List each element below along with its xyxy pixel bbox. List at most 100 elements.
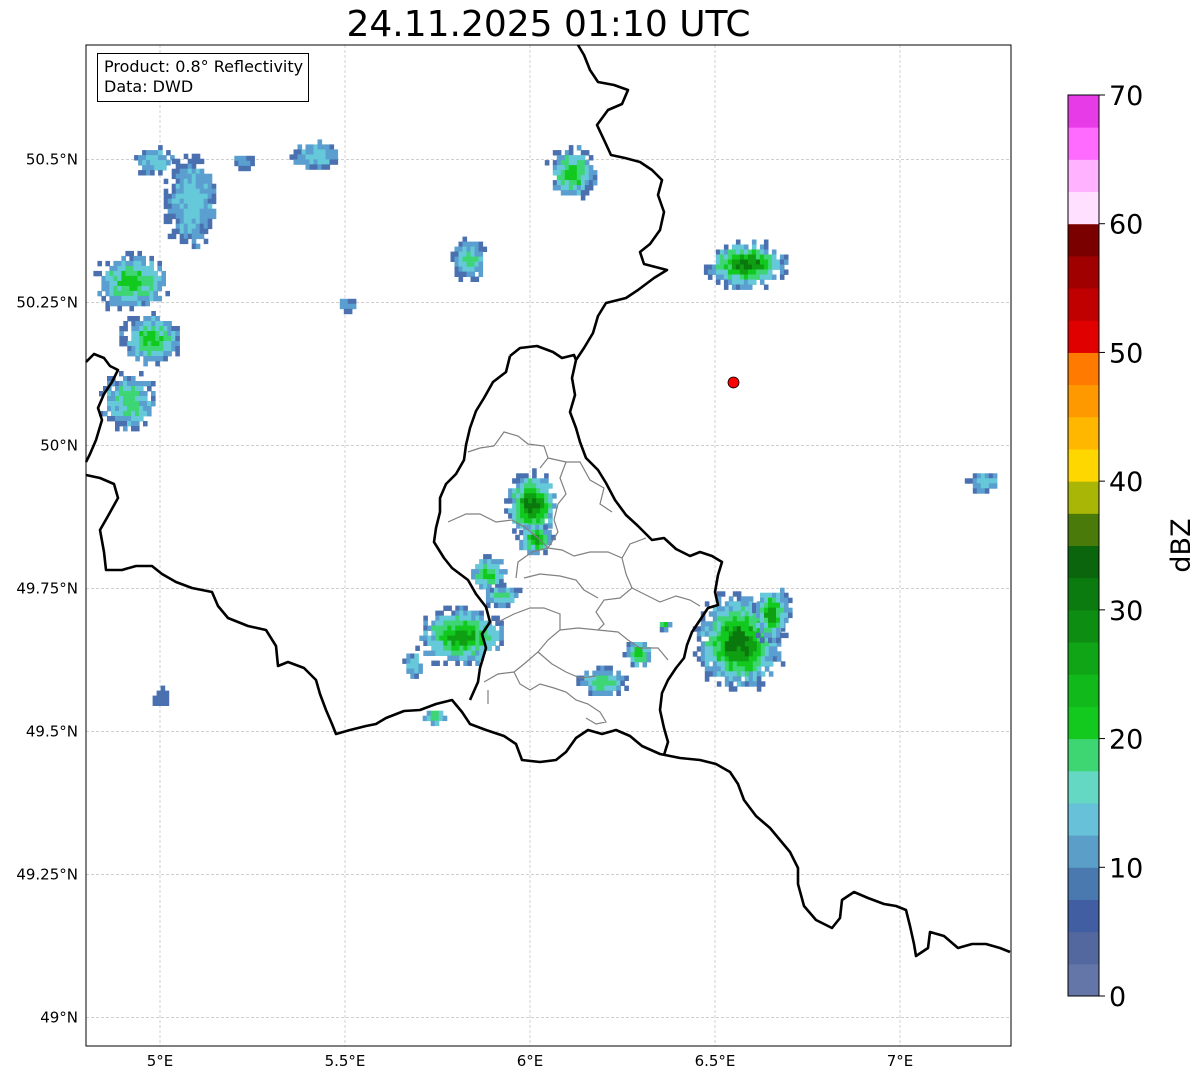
echo-cell (704, 631, 710, 637)
echo-cell (564, 155, 570, 161)
echo-cell (731, 244, 737, 250)
echo-cell (708, 621, 714, 627)
echo-cell (495, 579, 500, 585)
echo-cell (199, 183, 205, 190)
echo-cell (556, 160, 562, 166)
echo-cell (735, 244, 741, 250)
echo-cell (528, 518, 533, 524)
echo-cell (783, 269, 789, 275)
radar-echo (234, 155, 255, 172)
echo-cell (423, 615, 428, 621)
echo-cell (139, 321, 144, 327)
echo-cell (564, 160, 570, 166)
echo-cell (620, 680, 625, 686)
echo-cell (604, 670, 609, 676)
echo-cell (568, 190, 574, 196)
echo-cell (467, 625, 472, 631)
echo-cell (513, 587, 519, 594)
echo-cell (788, 612, 793, 619)
colorbar-label: dBZ (1166, 518, 1197, 572)
echo-cell (175, 346, 180, 352)
radar-echo (703, 239, 789, 290)
echo-cell (707, 264, 713, 270)
echo-cell (572, 160, 578, 166)
echo-cell (125, 280, 130, 287)
echo-cell (297, 144, 303, 150)
echo-cell (153, 285, 158, 292)
echo-cell (423, 620, 428, 626)
echo-cell (751, 254, 757, 260)
echo-cell (143, 381, 148, 387)
echo-cell (111, 396, 116, 402)
echo-cell (211, 208, 217, 215)
echo-cell (111, 416, 116, 422)
echo-cell (740, 666, 746, 672)
echo-cell (123, 391, 128, 397)
echo-cell (485, 587, 491, 594)
echo-cell (532, 493, 537, 499)
echo-cell (171, 188, 177, 195)
echo-cell (406, 658, 411, 664)
echo-cell (105, 260, 110, 267)
echo-cell (491, 564, 496, 570)
echo-cell (748, 666, 754, 672)
echo-cell (175, 341, 180, 347)
echo-cell (612, 685, 617, 691)
radar-echo (289, 139, 339, 170)
echo-cell (135, 356, 140, 362)
echo-cell (141, 265, 146, 272)
echo-cell (512, 478, 517, 484)
echo-cell (167, 326, 172, 332)
echo-cell (471, 640, 476, 646)
echo-cell (759, 254, 765, 260)
colorbar-segment (1068, 770, 1099, 804)
echo-cell (576, 175, 582, 181)
echo-cell (568, 185, 574, 191)
echo-cell (732, 651, 738, 657)
echo-cell (719, 259, 725, 265)
echo-cell (788, 597, 793, 604)
echo-cell (760, 651, 766, 657)
echo-cell (439, 630, 444, 636)
echo-cell (117, 280, 122, 287)
echo-cell (149, 255, 154, 262)
echo-cell (576, 165, 582, 171)
echo-cell (119, 406, 124, 412)
echo-cell (131, 346, 136, 352)
echo-cell (768, 651, 774, 657)
echo-cell (423, 650, 428, 656)
echo-cell (720, 616, 726, 622)
echo-cell (466, 246, 472, 252)
echo-cell (459, 640, 464, 646)
echo-cell (740, 661, 746, 667)
echo-cell (183, 238, 189, 245)
echo-cell (560, 175, 566, 181)
echo-cell (459, 645, 464, 651)
echo-cell (183, 173, 189, 180)
echo-cell (712, 646, 718, 652)
colorbar-segment (1068, 127, 1099, 160)
echo-cell (748, 661, 754, 667)
echo-cell (414, 653, 419, 659)
echo-cell (115, 391, 120, 397)
echo-cell (207, 198, 213, 205)
echo-cell (491, 630, 496, 636)
echo-cell (475, 630, 480, 636)
colorbar-segment (1068, 159, 1099, 193)
echo-cell (763, 239, 769, 245)
radar-echo (402, 653, 423, 679)
echo-cell (756, 602, 761, 609)
lat-tick-label: 50°N (40, 436, 78, 454)
echo-cell (195, 208, 201, 215)
echo-cell (127, 391, 132, 397)
echo-cell (426, 715, 432, 722)
echo-cell (756, 622, 761, 629)
echo-cell (167, 331, 172, 337)
echo-cell (447, 625, 452, 631)
echo-cell (305, 164, 311, 170)
echo-cell (756, 612, 761, 619)
echo-cell (556, 175, 562, 181)
echo-cell (133, 285, 138, 292)
echo-cell (495, 574, 500, 580)
echo-cell (752, 651, 758, 657)
